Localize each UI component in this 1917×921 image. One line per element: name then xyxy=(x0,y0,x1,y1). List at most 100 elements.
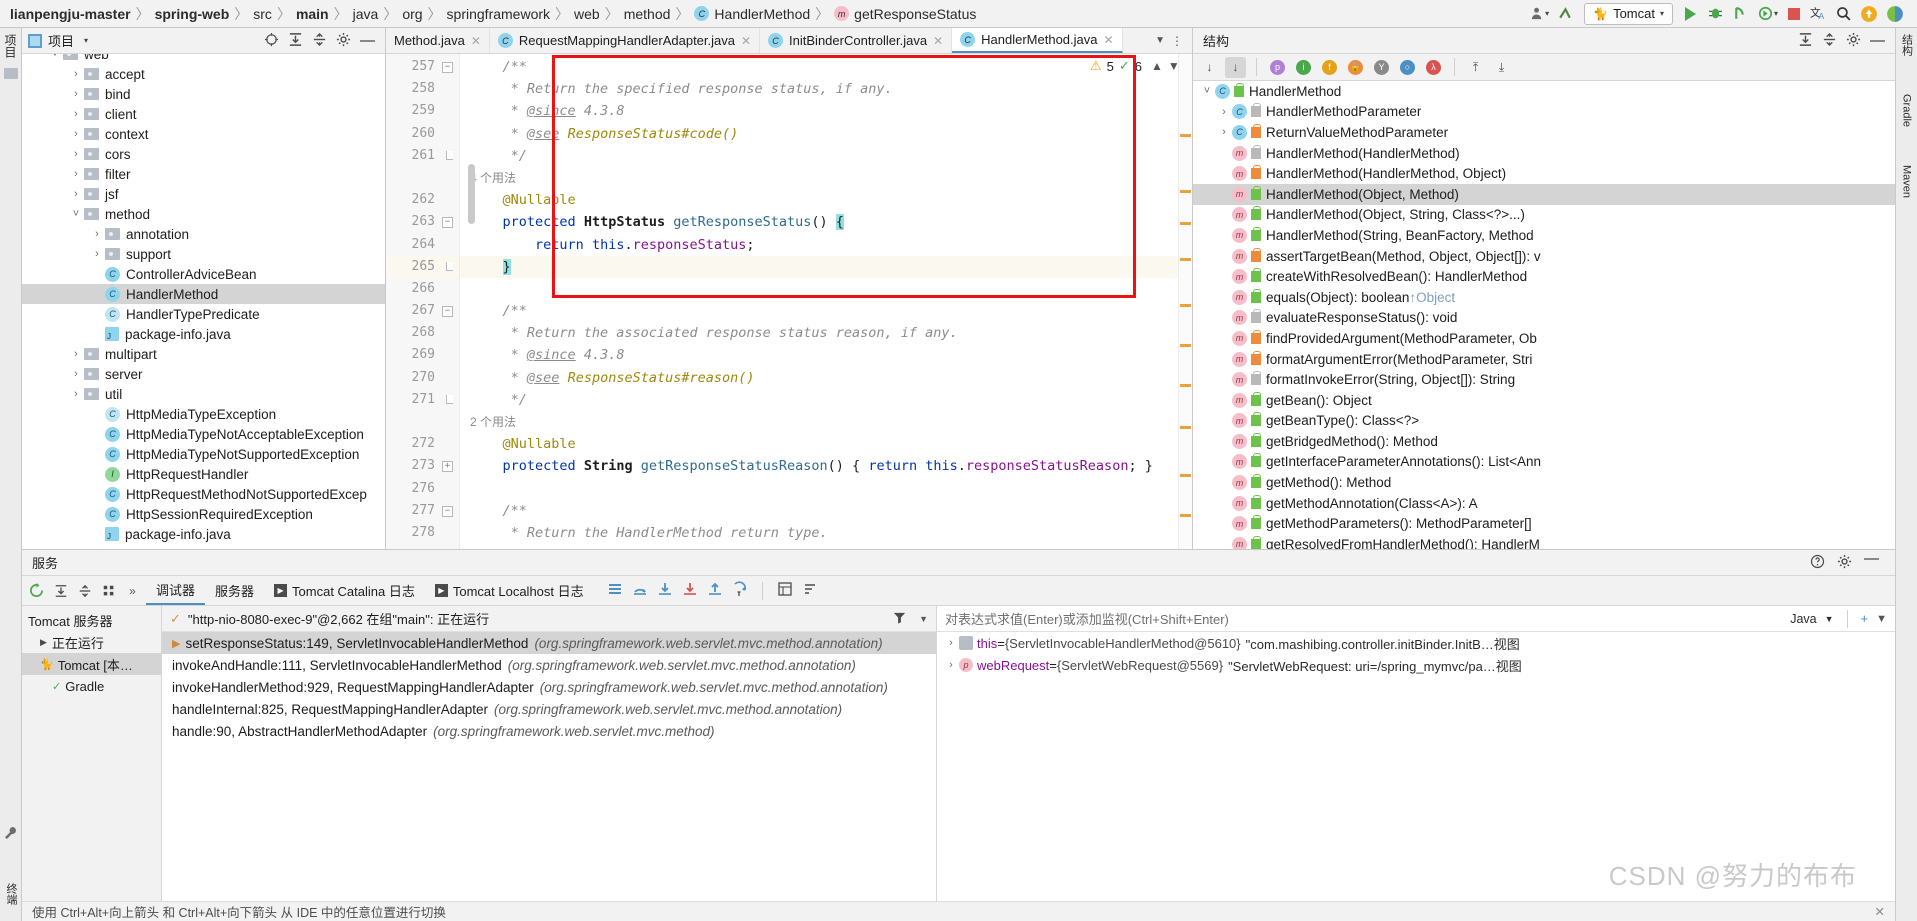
gear-icon[interactable] xyxy=(1837,554,1852,572)
tree-node[interactable]: › filter xyxy=(22,164,385,184)
tree-node[interactable]: › multipart xyxy=(22,344,385,364)
stack-frame-row[interactable]: invokeHandlerMethod:929, RequestMappingH… xyxy=(162,676,936,698)
tree-node[interactable]: › util xyxy=(22,384,385,404)
tree-node[interactable]: › bind xyxy=(22,84,385,104)
chevron-right-icon[interactable]: › xyxy=(1216,435,1232,447)
tool-window-favorites[interactable] xyxy=(0,68,21,79)
search-icon[interactable] xyxy=(1832,3,1855,25)
fold-end-icon[interactable] xyxy=(446,394,453,404)
editor-scrollbar-thumb[interactable] xyxy=(468,164,475,224)
marker-stripe[interactable] xyxy=(1180,134,1191,137)
step-over-icon[interactable] xyxy=(632,581,648,600)
add-watch-icon[interactable]: + xyxy=(1861,611,1869,626)
chevron-right-icon[interactable]: › xyxy=(1216,229,1232,241)
structure-item[interactable]: ›m getMethodParameters(): MethodParameter… xyxy=(1193,513,1895,534)
tool-window-project[interactable]: 项目 xyxy=(0,28,21,64)
structure-item[interactable]: ›m HandlerMethod(Object, Method) xyxy=(1193,183,1895,205)
structure-item[interactable]: ›m getBeanType(): Class<?> xyxy=(1193,411,1895,432)
chevron-right-icon[interactable]: › xyxy=(1216,497,1232,509)
debug-button[interactable] xyxy=(1704,3,1727,25)
breadcrumb-item-spring-web[interactable]: spring-web xyxy=(151,3,234,25)
chevron-right-icon[interactable]: › xyxy=(1216,126,1232,138)
chevron-down-icon[interactable]: ▼ xyxy=(1155,35,1165,46)
gear-icon[interactable] xyxy=(336,32,351,50)
chevron-right-icon[interactable]: › xyxy=(1216,250,1232,262)
structure-item[interactable]: ›m formatInvokeError(String, Object[]): S… xyxy=(1193,369,1895,390)
tree-node[interactable]: ›C HttpMediaTypeNotSupportedException xyxy=(22,444,385,464)
tree-node[interactable]: › server xyxy=(22,364,385,384)
marker-stripe[interactable] xyxy=(1180,190,1191,193)
structure-item[interactable]: ›m getBridgedMethod(): Method xyxy=(1193,431,1895,452)
structure-item[interactable]: › C ReturnValueMethodParameter xyxy=(1193,122,1895,143)
rerun-icon[interactable] xyxy=(26,580,47,601)
chevron-right-icon[interactable]: › xyxy=(1216,147,1232,159)
show-fields-icon[interactable]: f xyxy=(1319,57,1340,78)
hide-panel-icon[interactable]: — xyxy=(1864,551,1879,572)
tree-node[interactable]: ›C HttpMediaTypeNotAcceptableException xyxy=(22,424,385,444)
breadcrumb-item-java[interactable]: java xyxy=(349,3,383,25)
project-tree[interactable]: ˅ web › accept › bind › client › context › cors › fil… xyxy=(22,54,385,549)
chevron-right-icon[interactable]: › xyxy=(68,388,84,400)
chevron-right-icon[interactable]: › xyxy=(1216,209,1232,221)
hide-panel-icon[interactable]: — xyxy=(1870,33,1885,48)
show-anonymous-icon[interactable]: Y xyxy=(1371,57,1392,78)
chevron-right-icon[interactable]: › xyxy=(68,108,84,120)
chevron-right-icon[interactable]: › xyxy=(89,288,105,300)
evaluate-expression-icon[interactable] xyxy=(777,581,793,600)
stop-button[interactable] xyxy=(1783,3,1805,25)
watch-settings-icon[interactable]: ▼ xyxy=(1876,613,1887,625)
stack-frame-row[interactable]: handleInternal:825, RequestMappingHandle… xyxy=(162,698,936,720)
tree-node[interactable]: ›C ControllerAdviceBean xyxy=(22,264,385,284)
show-non-public-icon[interactable]: 🔒 xyxy=(1345,57,1366,78)
run-configuration-selector[interactable]: 🐈 Tomcat ▾ xyxy=(1584,2,1673,25)
services-tree-node[interactable]: ▶ 正在运行 xyxy=(22,631,161,653)
gear-icon[interactable] xyxy=(1846,32,1861,50)
structure-item[interactable]: ›m getInterfaceParameterAnnotations(): Li… xyxy=(1193,452,1895,473)
chevron-right-icon[interactable]: › xyxy=(89,448,105,460)
show-inherited-icon[interactable]: i xyxy=(1293,57,1314,78)
translate-icon[interactable]: 文A xyxy=(1807,3,1830,25)
chevron-right-icon[interactable]: › xyxy=(68,88,84,100)
fold-collapse-icon[interactable]: − xyxy=(442,505,453,517)
run-to-cursor-icon[interactable] xyxy=(732,581,748,600)
chevron-right-icon[interactable]: › xyxy=(68,368,84,380)
tree-node[interactable]: › cors xyxy=(22,144,385,164)
sort-alphabetically-icon[interactable]: ↓ xyxy=(1225,56,1246,78)
marker-stripe[interactable] xyxy=(1180,344,1191,347)
marker-stripe[interactable] xyxy=(1180,426,1191,429)
close-icon[interactable]: ✕ xyxy=(741,34,751,48)
settings-icon[interactable] xyxy=(802,581,818,600)
filter-icon[interactable] xyxy=(892,610,907,628)
structure-item[interactable]: ›m getBean(): Object xyxy=(1193,390,1895,411)
tool-window-gradle[interactable]: Gradle xyxy=(1896,88,1917,133)
chevron-right-icon[interactable]: › xyxy=(89,248,105,260)
structure-item[interactable]: ›m formatArgumentError(MethodParameter, S… xyxy=(1193,349,1895,370)
chevron-right-icon[interactable]: › xyxy=(1216,456,1232,468)
collapse-all-icon[interactable] xyxy=(312,32,327,50)
chevron-right-icon[interactable]: › xyxy=(1216,291,1232,303)
structure-item[interactable]: ›m HandlerMethod(HandlerMethod, Object) xyxy=(1193,163,1895,184)
chevron-down-icon[interactable]: ˅ xyxy=(47,54,63,60)
prev-problem-icon[interactable]: ▲ xyxy=(1151,59,1163,73)
chevron-right-icon[interactable]: › xyxy=(1216,271,1232,283)
chevron-right-icon[interactable]: › xyxy=(89,468,105,480)
breadcrumb-item-web[interactable]: web xyxy=(570,3,604,25)
chevron-down-icon[interactable]: ˅ xyxy=(1199,85,1215,97)
close-icon[interactable]: ✕ xyxy=(1875,904,1885,919)
more-options-icon[interactable]: ⋮ xyxy=(1171,34,1184,48)
chevron-right-icon[interactable]: › xyxy=(943,637,959,649)
structure-item[interactable]: ›m createWithResolvedBean(): HandlerMetho… xyxy=(1193,266,1895,287)
tree-node[interactable]: ›C HttpSessionRequiredException xyxy=(22,504,385,524)
tool-window-terminal[interactable]: 终端 xyxy=(0,877,22,911)
force-step-into-icon[interactable] xyxy=(682,581,698,600)
marker-stripe[interactable] xyxy=(1180,514,1191,517)
expand-all-icon[interactable] xyxy=(288,32,303,50)
editor-tab-initbindercontroller-java[interactable]: C InitBinderController.java ✕ xyxy=(760,28,953,53)
chevron-right-icon[interactable]: › xyxy=(1216,106,1232,118)
chevron-right-icon[interactable]: › xyxy=(1216,353,1232,365)
fold-collapse-icon[interactable]: − xyxy=(442,62,453,73)
chevron-right-icon[interactable]: › xyxy=(68,348,84,360)
structure-item[interactable]: ›m getMethodAnnotation(Class<A>): A xyxy=(1193,493,1895,514)
services-tab[interactable]: ▶ Tomcat Localhost 日志 xyxy=(425,577,594,605)
chevron-down-icon[interactable]: ▼ xyxy=(1825,614,1834,624)
